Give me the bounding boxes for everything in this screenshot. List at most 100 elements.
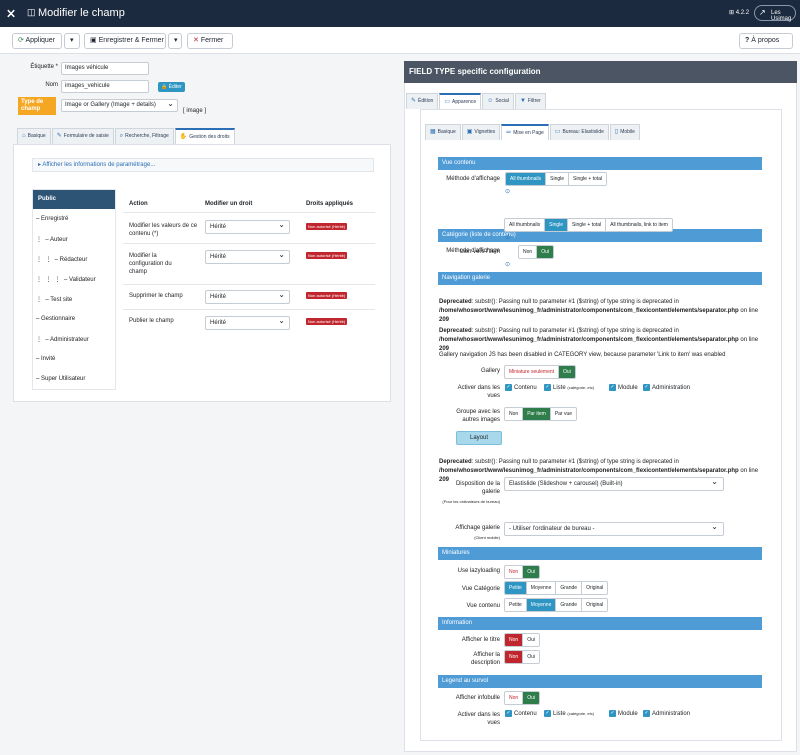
help-button[interactable]: ? À propos [739, 33, 793, 49]
subtab-mobile[interactable]: ▯ Mobile [609, 124, 640, 140]
group-item-validateur[interactable]: ⋮ ⋮ ⋮ – Validateur [36, 276, 96, 283]
vuecont-segmented: Petite Moyenne Grande Original [504, 598, 609, 612]
info-icon: ⊙ [505, 189, 511, 195]
right-tabs: ✎ Édition ▭ Apparence ☺ Social ▼ Filtrer [406, 93, 547, 109]
checkbox-module[interactable]: ✓ Module [609, 710, 638, 717]
lien-label: Lien vers l'item [460, 249, 500, 255]
subtab-bureau[interactable]: ▭ Bureau: Elastislide [549, 124, 609, 140]
opt-non[interactable]: Non [505, 634, 524, 646]
name-input[interactable]: images_vehicule [61, 80, 149, 93]
section-legend: Legend au survol [438, 675, 762, 688]
opt-par-vue[interactable]: Par vue [550, 408, 577, 420]
group-item-enregistre[interactable]: – Enregistré [36, 216, 68, 222]
opt-original[interactable]: Original [582, 582, 608, 594]
checkbox-module[interactable]: ✓ Module [609, 384, 638, 391]
groupe-label: Groupe avec les autres images [456, 409, 500, 423]
tab-formulaire[interactable]: ✎ Formulaire de saisie [51, 128, 114, 144]
opt-single-total[interactable]: Single + total [569, 173, 607, 185]
opt-non[interactable]: Non [505, 408, 524, 420]
tab-social[interactable]: ☺ Social [482, 93, 514, 109]
opt-oui[interactable]: Oui [523, 566, 539, 578]
opt-grande[interactable]: Grande [556, 599, 583, 611]
label-input[interactable]: Images véhicule [61, 62, 149, 75]
opt-oui[interactable]: Oui [523, 692, 539, 704]
tab-gestion-droits[interactable]: ✋ Gestion des droits [174, 128, 235, 144]
opt-petite[interactable]: Petite [505, 599, 527, 611]
gallery-label: Gallery [480, 368, 500, 374]
checkbox-contenu[interactable]: ✓ Contenu [505, 710, 537, 717]
tab-basique[interactable]: ⌂ Basique [17, 128, 51, 144]
col-action: Action [129, 201, 148, 207]
opt-oui[interactable]: Oui [523, 634, 539, 646]
opt-all-thumbnails[interactable]: All thumbnails [506, 173, 547, 185]
version-label: ⊞ 4.2.2 [729, 10, 750, 16]
subtab-basique[interactable]: ▦ Basique [425, 124, 461, 140]
joomla-logo-icon[interactable]: ⨯ [6, 6, 16, 20]
opt-non[interactable]: Non [505, 692, 524, 704]
perm-select[interactable]: Hérité [205, 289, 290, 304]
save-dropdown[interactable]: ▾ [168, 33, 182, 49]
opt-oui[interactable]: Oui [523, 651, 539, 663]
apply-dropdown[interactable]: ▾ [64, 33, 80, 49]
group-item-gestionnaire[interactable]: – Gestionnaire [36, 316, 75, 322]
opt-moyenne[interactable]: Moyenne [526, 582, 557, 594]
edit-toggle-button[interactable]: 🔒 Éditer [158, 82, 185, 92]
tab-edition[interactable]: ✎ Édition [406, 93, 439, 109]
monitor-icon: ▭ [444, 99, 450, 105]
perm-select[interactable]: Hérité [205, 219, 290, 234]
opt-link-item[interactable]: All thumbnails, link to item [606, 219, 672, 231]
tab-apparence[interactable]: ▭ Apparence [439, 93, 482, 109]
opt-oui[interactable]: Oui [537, 246, 553, 258]
group-item-administrateur[interactable]: ⋮ – Administrateur [36, 336, 89, 343]
checkbox-liste[interactable]: ✓ Liste (catégorie, etc) [544, 710, 594, 717]
opt-all-thumbnails[interactable]: All thumbnails [505, 219, 546, 231]
opt-single[interactable]: Single [545, 219, 569, 231]
opt-moyenne[interactable]: Moyenne [526, 599, 557, 611]
site-link-button[interactable]: ↗ Les Usimag [754, 5, 796, 22]
col-droits: Droits appliqués [306, 201, 354, 207]
tab-recherche[interactable]: ⌕ Recherche, Filtrage [114, 128, 174, 144]
checkbox-administration[interactable]: ✓ Administration [643, 710, 690, 717]
affichage-select[interactable]: - Utiliser l'ordinateur de bureau - [504, 521, 724, 536]
infobulle-segmented: Non Oui [504, 691, 540, 705]
page-title: Modifier le champ [38, 7, 125, 19]
group-item-public[interactable]: Public [33, 190, 115, 209]
opt-original[interactable]: Original [582, 599, 608, 611]
vuecont-label: Vue contenu [466, 603, 500, 609]
subtab-vignettes[interactable]: ▣ Vignettes [461, 124, 501, 140]
perm-select[interactable]: Hérité [205, 249, 290, 264]
perm-action: Modifier les valeurs de ce contenu (*) [129, 223, 198, 237]
field-type-label: Type de champ [18, 97, 56, 115]
checkbox-administration[interactable]: ✓ Administration [643, 384, 690, 391]
opt-par-item[interactable]: Par item [523, 408, 551, 420]
params-accordion[interactable]: ▸ Afficher les informations de paramétra… [32, 158, 374, 172]
opt-non[interactable]: Non [505, 566, 524, 578]
apply-button[interactable]: ⟳ Appliquer [12, 33, 62, 49]
field-type-select[interactable]: Image or Gallery (Image + details) [61, 98, 178, 112]
disposition-select[interactable]: Elastislide (Slideshow + carousel) (Buil… [504, 476, 724, 491]
perm-action: Supprimer le champ [129, 293, 183, 299]
lazy-label: Use lazyloading [457, 568, 500, 574]
name-label: Nom [45, 82, 58, 88]
opt-single-total[interactable]: Single + total [568, 219, 607, 231]
opt-oui[interactable]: Oui [559, 366, 575, 378]
opt-non[interactable]: Non [505, 651, 524, 663]
group-item-test-site[interactable]: ⋮ – Test site [36, 296, 72, 303]
close-button[interactable]: ✕ Fermer [187, 33, 233, 49]
group-item-super-utilisateur[interactable]: – Super Utilisateur [36, 376, 85, 382]
layout-button[interactable]: Layout [456, 431, 502, 445]
opt-miniature[interactable]: Miniature seulement [505, 366, 560, 378]
group-item-auteur[interactable]: ⋮ – Auteur [36, 236, 68, 243]
group-item-redacteur[interactable]: ⋮ ⋮ – Rédacteur [36, 256, 87, 263]
perm-select[interactable]: Hérité [205, 315, 290, 330]
subtab-mise-en-page[interactable]: ✏ Mise en Page [501, 124, 549, 140]
checkbox-contenu[interactable]: ✓ Contenu [505, 384, 537, 391]
opt-single[interactable]: Single [546, 173, 570, 185]
save-close-button[interactable]: ▣ Enregistrer & Fermer [84, 33, 166, 49]
opt-grande[interactable]: Grande [556, 582, 583, 594]
checkbox-liste[interactable]: ✓ Liste (catégorie, etc) [544, 384, 594, 391]
opt-non[interactable]: Non [519, 246, 538, 258]
tab-filtrer[interactable]: ▼ Filtrer [514, 93, 546, 109]
group-item-invite[interactable]: – Invité [36, 356, 55, 362]
opt-petite[interactable]: Petite [505, 582, 527, 594]
